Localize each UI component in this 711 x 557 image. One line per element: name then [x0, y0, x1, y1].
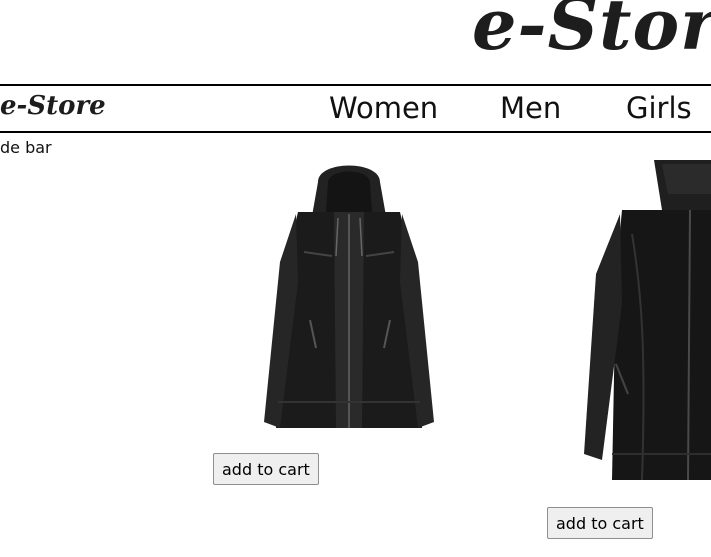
product-image-hooded-jacket	[264, 165, 434, 428]
nav-link-girls[interactable]: Girls	[626, 91, 692, 125]
nav-link-men[interactable]: Men	[500, 91, 561, 125]
nav-link-women[interactable]: Women	[329, 91, 438, 125]
add-to-cart-button-1[interactable]: add to cart	[213, 453, 319, 485]
product-image-leather-jacket	[584, 160, 711, 481]
hero-logo: e-Store	[472, 0, 711, 66]
page: e-Store e-Store Women Men Girls de bar a…	[0, 0, 711, 557]
navbar: e-Store Women Men Girls	[0, 84, 711, 133]
nav-logo[interactable]: e-Store	[0, 91, 106, 121]
add-to-cart-button-2[interactable]: add to cart	[547, 507, 653, 539]
side-bar-label: de bar	[0, 138, 52, 157]
